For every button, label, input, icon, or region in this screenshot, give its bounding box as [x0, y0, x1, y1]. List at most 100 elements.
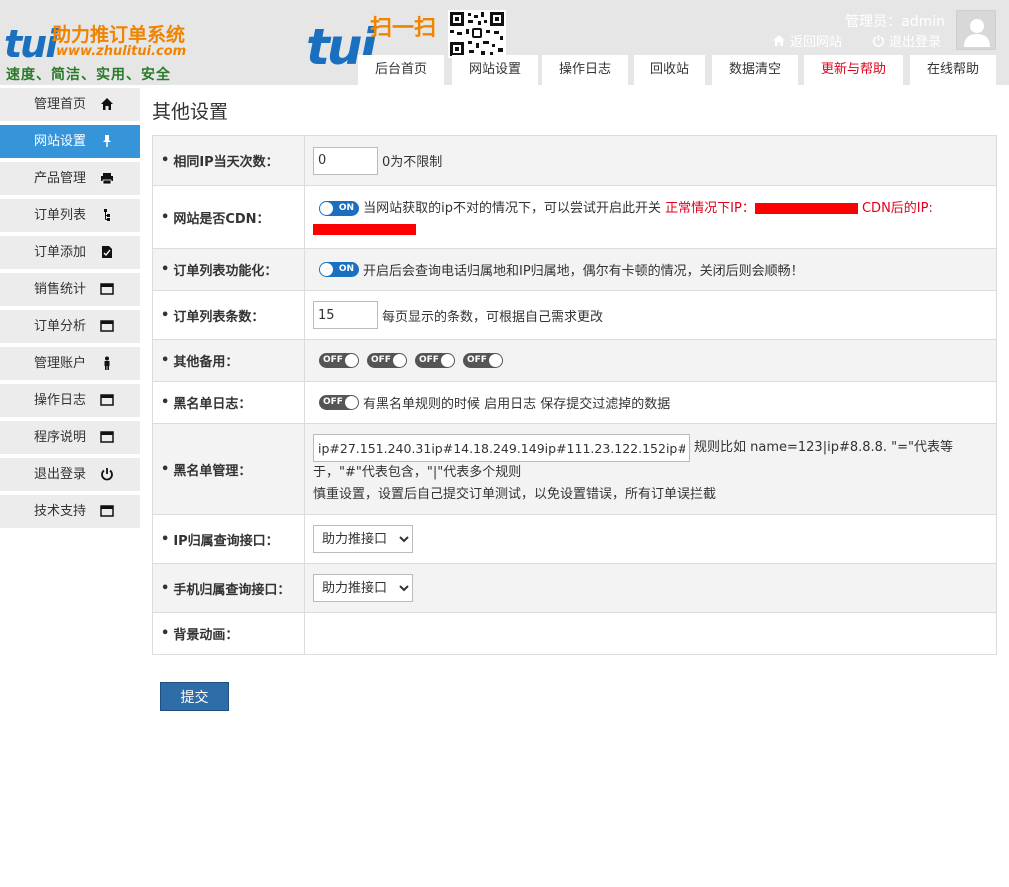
blacklist-rules-input[interactable]: [313, 434, 690, 462]
phone-api-select[interactable]: 助力推接口: [313, 574, 413, 602]
row-blacklist-log: • 黑名单日志： OFF 有黑名单规则的时候 启用日志 保存提交过滤掉的数据: [153, 382, 996, 424]
back-to-site-label: 返回网站: [790, 35, 843, 50]
blacklist-log-note: 有黑名单规则的时候 启用日志 保存提交过滤掉的数据: [363, 397, 671, 412]
backup-toggle-4[interactable]: OFF: [463, 353, 503, 368]
sidebar-item-label: 网站设置: [34, 134, 87, 149]
row-label: • 背景动画：: [153, 613, 305, 654]
redacted-cdn-ip: [313, 224, 416, 235]
blacklist-rule-note-2: 于，"#"代表包含，"|"代表多个规则: [313, 465, 522, 480]
person-icon: [104, 356, 110, 370]
home-icon: [773, 35, 785, 46]
sidebar-item-label: 程序说明: [34, 430, 87, 445]
tab-updates-help[interactable]: 更新与帮助: [804, 55, 903, 85]
settings-form: •相同IP当天次数： 0为不限制 •网站是否CDN： ON 当网站获取的ip不对…: [152, 135, 997, 655]
row-same-ip: •相同IP当天次数： 0为不限制: [153, 136, 996, 186]
sidebar-item-order-analysis[interactable]: 订单分析: [0, 310, 140, 343]
tab-admin-home[interactable]: 后台首页: [358, 55, 444, 85]
submit-button[interactable]: 提交: [160, 682, 229, 711]
window-icon: [100, 283, 114, 295]
order-count-input[interactable]: [313, 301, 378, 329]
backup-toggle-2[interactable]: OFF: [367, 353, 407, 368]
sidebar-item-order-add[interactable]: 订单添加: [0, 236, 140, 269]
sidebar-item-label: 产品管理: [34, 171, 87, 186]
document-icon: [102, 246, 112, 258]
cdn-ip-label: CDN后的IP:: [861, 201, 933, 216]
sidebar-item-label: 退出登录: [34, 467, 87, 482]
row-label: • IP归属查询接口：: [153, 515, 305, 563]
tree-icon: [104, 209, 110, 221]
sidebar-item-product-management[interactable]: 产品管理: [0, 162, 140, 195]
row-order-func: • 订单列表功能化： ON 开启后会查询电话归属地和IP归属地，偶尔有卡顿的情况，…: [153, 249, 996, 291]
ip-api-select[interactable]: 助力推接口: [313, 525, 413, 553]
window-icon: [100, 505, 114, 517]
tab-online-help[interactable]: 在线帮助: [910, 55, 996, 85]
qr-code-icon: [448, 10, 506, 58]
sidebar-item-label: 订单添加: [34, 245, 87, 260]
sidebar-item-site-settings[interactable]: 网站设置: [0, 125, 140, 158]
printer-icon: [101, 173, 113, 185]
sidebar-item-sales-stats[interactable]: 销售统计: [0, 273, 140, 306]
header: tui 助力推订单系统 www.zhulitui.com 速度、简洁、实用、安全…: [0, 0, 1009, 85]
backup-toggle-3[interactable]: OFF: [415, 353, 455, 368]
logo-brand: tui: [4, 22, 58, 66]
normal-ip-label: 正常情况下IP：: [665, 201, 755, 216]
logo-title: 助力推订单系统: [52, 24, 186, 46]
blacklist-log-toggle[interactable]: OFF: [319, 395, 359, 410]
blacklist-rule-note-3: 慎重设置，设置后自己提交订单测试，以免设置错误，所有订单误拦截: [313, 487, 717, 502]
row-label: • 其他备用：: [153, 340, 305, 381]
home-icon: [101, 98, 113, 110]
sidebar-item-tech-support[interactable]: 技术支持: [0, 495, 140, 528]
tab-data-clear[interactable]: 数据清空: [712, 55, 798, 85]
tab-operation-log[interactable]: 操作日志: [542, 55, 628, 85]
logout-link[interactable]: 退出登录: [872, 31, 941, 50]
back-to-site-link[interactable]: 返回网站: [772, 31, 842, 50]
row-ip-api: • IP归属查询接口： 助力推接口: [153, 515, 996, 564]
admin-label: 管理员：admin: [845, 14, 945, 30]
page-title: 其他设置: [152, 101, 229, 123]
row-label: • 黑名单日志：: [153, 382, 305, 423]
row-label: • 手机归属查询接口：: [153, 564, 305, 612]
window-icon: [100, 320, 114, 332]
sidebar-item-account-management[interactable]: 管理账户: [0, 347, 140, 380]
avatar[interactable]: [956, 10, 996, 50]
sidebar: 管理首页 网站设置 产品管理 订单列表 订单添加 销售统计 订单分析 管理账户 …: [0, 88, 140, 532]
logo: tui 助力推订单系统 www.zhulitui.com 速度、简洁、实用、安全: [0, 10, 210, 83]
user-avatar-icon: [964, 19, 990, 47]
sidebar-item-label: 销售统计: [34, 282, 87, 297]
sidebar-item-order-list[interactable]: 订单列表: [0, 199, 140, 232]
scan-text: 扫一扫: [370, 16, 437, 41]
tab-recycle-bin[interactable]: 回收站: [634, 55, 705, 85]
sidebar-item-admin-home[interactable]: 管理首页: [0, 88, 140, 121]
same-ip-note: 0为不限制: [382, 155, 443, 170]
cdn-toggle[interactable]: ON: [319, 201, 359, 216]
logo-url: www.zhulitui.com: [56, 44, 187, 59]
row-phone-api: • 手机归属查询接口： 助力推接口: [153, 564, 996, 613]
sidebar-item-label: 管理账户: [34, 356, 87, 371]
row-label: • 网站是否CDN：: [153, 186, 305, 248]
row-order-count: •订单列表条数： 每页显示的条数，可根据自己需求更改: [153, 291, 996, 340]
sidebar-item-logout[interactable]: 退出登录: [0, 458, 140, 491]
logo-slogan: 速度、简洁、实用、安全: [6, 67, 171, 83]
order-count-note: 每页显示的条数，可根据自己需求更改: [382, 309, 604, 325]
backup-toggle-1[interactable]: OFF: [319, 353, 359, 368]
same-ip-limit-input[interactable]: [313, 146, 378, 175]
order-func-toggle[interactable]: ON: [319, 262, 359, 277]
sidebar-item-label: 订单列表: [34, 208, 87, 223]
sidebar-item-program-notes[interactable]: 程序说明: [0, 421, 140, 454]
window-icon: [100, 431, 114, 443]
power-icon: [872, 35, 885, 47]
sidebar-item-label: 操作日志: [34, 393, 87, 408]
sidebar-item-label: 技术支持: [34, 504, 87, 519]
row-label: • 黑名单管理：: [153, 424, 305, 514]
row-blacklist-mgmt: •黑名单管理： 规则比如 name=123|ip#8.8.8. "="代表等 于…: [153, 424, 996, 515]
logout-label: 退出登录: [889, 35, 942, 50]
power-icon: [101, 468, 113, 481]
row-label: • 相同IP当天次数：: [153, 136, 305, 185]
order-func-note: 开启后会查询电话归属地和IP归属地，偶尔有卡顿的情况，关闭后则会顺畅！: [363, 264, 804, 279]
sidebar-item-label: 管理首页: [34, 97, 87, 112]
sidebar-item-operation-log[interactable]: 操作日志: [0, 384, 140, 417]
tab-site-settings[interactable]: 网站设置: [452, 55, 538, 85]
row-bg-anim: • 背景动画：: [153, 613, 996, 655]
cdn-note: 当网站获取的ip不对的情况下，可以尝试开启此开关: [363, 201, 662, 216]
window-icon: [100, 394, 114, 406]
